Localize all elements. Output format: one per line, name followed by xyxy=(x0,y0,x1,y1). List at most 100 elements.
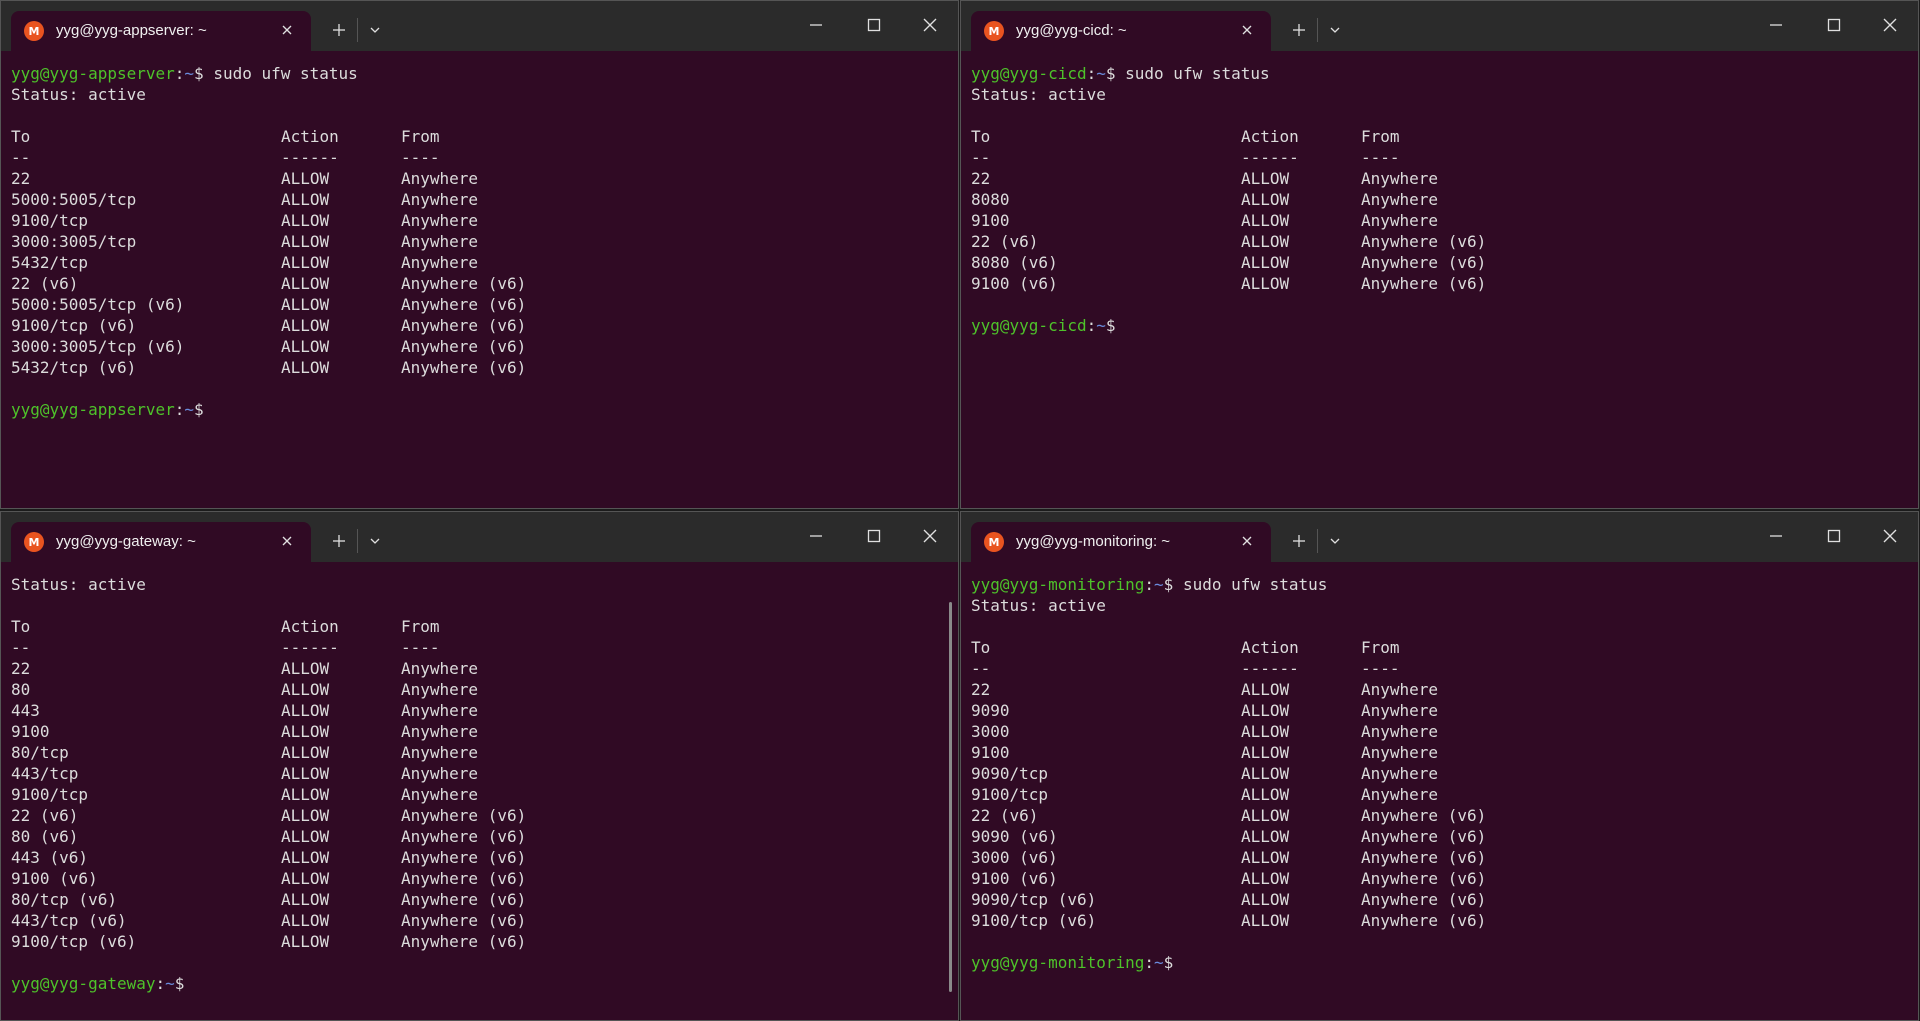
new-tab-button[interactable] xyxy=(1285,527,1313,555)
minimize-button[interactable] xyxy=(1756,520,1796,552)
rule-to: 22 (v6) xyxy=(11,274,79,293)
new-tab-button[interactable] xyxy=(325,16,353,44)
rule-to: 443/tcp xyxy=(11,764,79,783)
rule-from: Anywhere xyxy=(401,701,479,720)
prompt-separator: : xyxy=(1086,64,1097,83)
ubuntu-logo-icon: M xyxy=(984,532,1004,552)
rule-from: Anywhere (v6) xyxy=(1361,869,1487,888)
toolbar-divider xyxy=(357,529,358,553)
rule-to: 3000:3005/tcp (v6) xyxy=(11,337,185,356)
terminal-tab[interactable]: Myyg@yyg-cicd: ~ xyxy=(971,11,1271,51)
rule-action: ALLOW xyxy=(281,211,330,230)
terminal-output[interactable]: yyg@yyg-appserver:~$ sudo ufw status Stat… xyxy=(11,63,948,508)
rule-to: 9090 (v6) xyxy=(971,827,1058,846)
tab-close-button[interactable] xyxy=(275,18,299,42)
header-action: Action xyxy=(281,127,339,146)
rule-action: ALLOW xyxy=(1241,274,1290,293)
tab-dropdown-button[interactable] xyxy=(361,527,389,555)
header-to: To xyxy=(11,617,31,636)
terminal-output[interactable]: yyg@yyg-cicd:~$ sudo ufw status Status: a… xyxy=(971,63,1908,508)
prompt-symbol: $ xyxy=(1105,316,1126,335)
prompt-host: yyg-cicd xyxy=(1009,316,1087,335)
close-window-icon xyxy=(1883,18,1897,32)
terminal-tab[interactable]: Myyg@yyg-monitoring: ~ xyxy=(971,522,1271,562)
new-tab-button[interactable] xyxy=(1285,16,1313,44)
rule-from: Anywhere (v6) xyxy=(401,316,527,335)
rule-to: 22 xyxy=(11,169,31,188)
header-to: To xyxy=(971,638,991,657)
maximize-icon xyxy=(867,529,881,543)
rule-row: 22 ALLOW Anywhere xyxy=(971,168,1908,189)
terminal-tab[interactable]: Myyg@yyg-appserver: ~ xyxy=(11,11,311,51)
maximize-button[interactable] xyxy=(1814,520,1854,552)
prompt-symbol: $ xyxy=(1163,575,1183,594)
divider-to: -- xyxy=(971,148,991,167)
rule-from: Anywhere xyxy=(1361,169,1439,188)
maximize-icon xyxy=(1827,529,1841,543)
rule-action: ALLOW xyxy=(281,890,330,909)
rule-action: ALLOW xyxy=(281,274,330,293)
minimize-button[interactable] xyxy=(1756,9,1796,41)
rule-row: 9100 ALLOW Anywhere xyxy=(971,210,1908,231)
minimize-button[interactable] xyxy=(796,520,836,552)
ubuntu-logo-icon: M xyxy=(24,21,44,41)
rule-from: Anywhere xyxy=(401,764,479,783)
toolbar-divider xyxy=(357,18,358,42)
table-header: To Action From xyxy=(11,616,948,637)
rule-from: Anywhere (v6) xyxy=(401,295,527,314)
rule-to: 3000:3005/tcp xyxy=(11,232,137,251)
tab-dropdown-button[interactable] xyxy=(1321,527,1349,555)
terminal-window: Myyg@yyg-monitoring: ~ yyg@yyg-monitoring… xyxy=(960,511,1919,1021)
minimize-icon xyxy=(1770,24,1782,26)
rule-to: 9100 (v6) xyxy=(11,869,98,888)
status-line: Status: active xyxy=(11,575,146,594)
prompt-line: yyg@yyg-appserver:~$ xyxy=(11,399,948,420)
close-window-button[interactable] xyxy=(1870,9,1910,41)
rule-from: Anywhere xyxy=(401,743,479,762)
rule-to: 443 xyxy=(11,701,40,720)
close-window-button[interactable] xyxy=(1870,520,1910,552)
rule-action: ALLOW xyxy=(1241,169,1290,188)
rule-action: ALLOW xyxy=(1241,232,1290,251)
rule-action: ALLOW xyxy=(1241,190,1290,209)
prompt-separator: : xyxy=(174,400,185,419)
rule-to: 9100/tcp (v6) xyxy=(11,316,137,335)
maximize-button[interactable] xyxy=(1814,9,1854,41)
prompt-symbol: $ xyxy=(194,64,214,83)
rule-action: ALLOW xyxy=(281,764,330,783)
prompt-symbol: $ xyxy=(1105,64,1126,83)
tab-close-button[interactable] xyxy=(275,529,299,553)
rule-row: 9090 (v6) ALLOW Anywhere (v6) xyxy=(971,826,1908,847)
maximize-button[interactable] xyxy=(854,9,894,41)
tab-close-button[interactable] xyxy=(1235,529,1259,553)
close-window-button[interactable] xyxy=(910,520,950,552)
rule-from: Anywhere xyxy=(1361,764,1439,783)
new-tab-button[interactable] xyxy=(325,527,353,555)
minimize-icon xyxy=(810,535,822,537)
maximize-button[interactable] xyxy=(854,520,894,552)
command-text: sudo ufw status xyxy=(213,64,358,83)
rule-action: ALLOW xyxy=(1241,680,1290,699)
tab-dropdown-button[interactable] xyxy=(361,16,389,44)
tab-dropdown-button[interactable] xyxy=(1321,16,1349,44)
terminal-output[interactable]: yyg@yyg-monitoring:~$ sudo ufw status Sta… xyxy=(971,574,1908,1020)
rule-row: 9100/tcp ALLOW Anywhere xyxy=(11,784,948,805)
prompt-separator: : xyxy=(1086,316,1097,335)
rule-from: Anywhere (v6) xyxy=(401,890,527,909)
minimize-button[interactable] xyxy=(796,9,836,41)
rule-action: ALLOW xyxy=(281,827,330,846)
scrollbar[interactable] xyxy=(949,602,952,992)
tab-title: yyg@yyg-appserver: ~ xyxy=(56,22,207,39)
rule-row: 22 (v6) ALLOW Anywhere (v6) xyxy=(11,273,948,294)
tab-close-button[interactable] xyxy=(1235,18,1259,42)
rule-to: 9100/tcp (v6) xyxy=(11,932,137,951)
close-window-button[interactable] xyxy=(910,9,950,41)
rule-row: 9100 ALLOW Anywhere xyxy=(11,721,948,742)
terminal-tab[interactable]: Myyg@yyg-gateway: ~ xyxy=(11,522,311,562)
table-header: To Action From xyxy=(11,126,948,147)
terminal-output[interactable]: Status: active To Action From -- ------ ---- 22… xyxy=(11,574,948,1020)
rule-action: ALLOW xyxy=(281,680,330,699)
close-icon xyxy=(282,536,292,546)
